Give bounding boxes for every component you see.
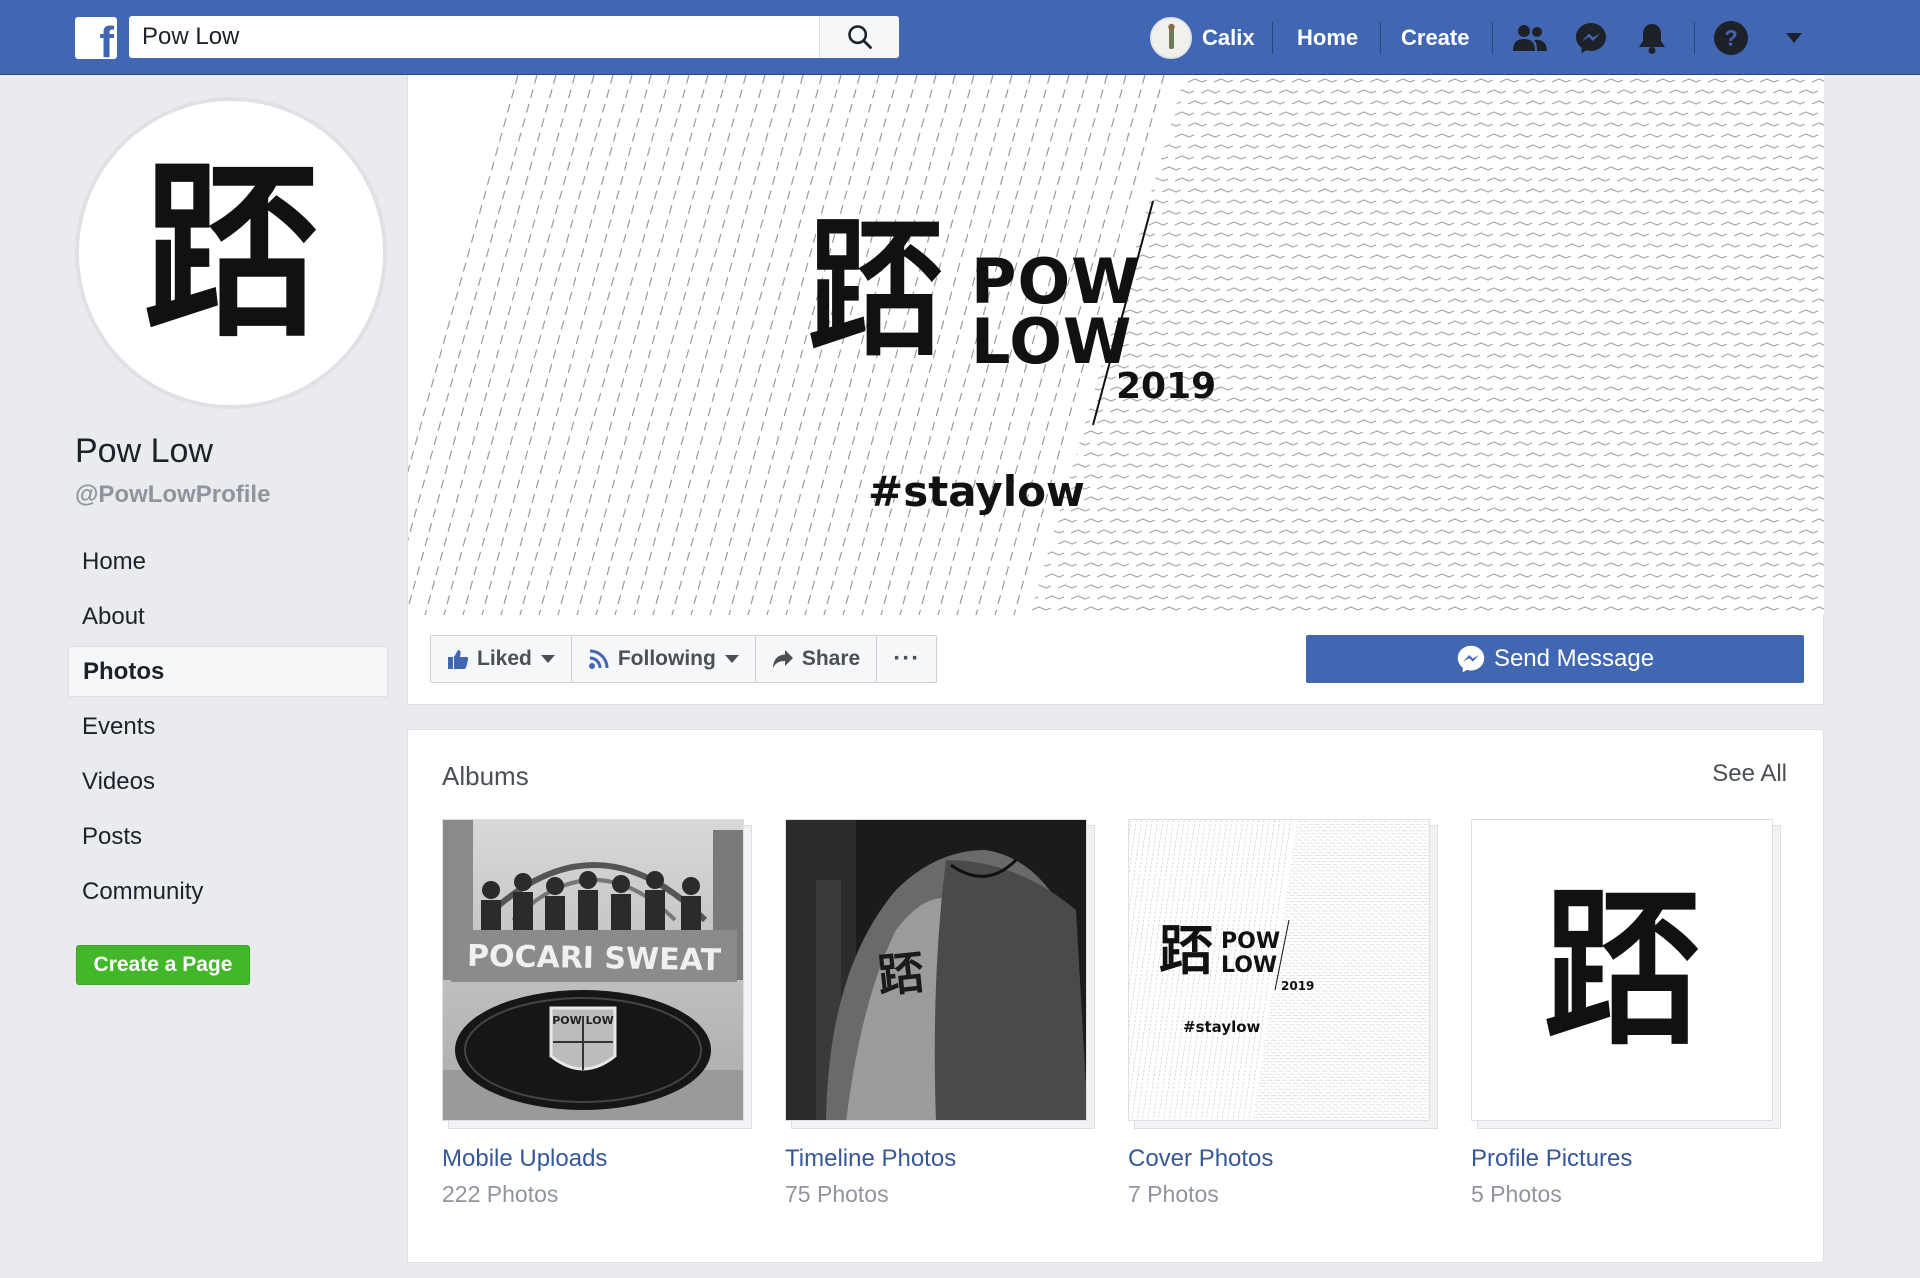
album-photo-count: 7 Photos xyxy=(1128,1181,1219,1207)
album-cover-image: 踎 xyxy=(785,819,1087,1121)
albums-heading: Albums xyxy=(442,761,529,791)
page-username[interactable]: @PowLowProfile xyxy=(75,481,270,509)
page-section-nav: Home About Photos Events Videos Posts Co… xyxy=(68,536,388,921)
album-cover-photos[interactable]: 踎 POW LOW 2019 #staylow Cover Photos 7 P… xyxy=(1128,819,1438,1208)
nav-item-videos[interactable]: Videos xyxy=(68,756,388,807)
nav-user-name: Calix xyxy=(1202,25,1255,50)
album-badge-text: POW LOW xyxy=(552,1014,613,1027)
mini-cover-hashtag: #staylow xyxy=(1183,1018,1261,1036)
nav-divider xyxy=(1694,22,1695,54)
nav-item-home[interactable]: Home xyxy=(68,536,388,587)
svg-text:?: ? xyxy=(1724,26,1737,51)
share-arrow-icon xyxy=(772,649,794,669)
facebook-logo-icon[interactable]: f xyxy=(75,17,117,59)
nav-profile-link[interactable]: Calix xyxy=(1150,17,1255,59)
album-thumbnail[interactable]: 踎 xyxy=(785,819,1095,1129)
album-thumbnail[interactable]: 踎 xyxy=(1471,819,1781,1129)
search-box xyxy=(129,16,899,58)
search-input[interactable] xyxy=(129,16,819,58)
album-profile-pictures[interactable]: 踎 Profile Pictures 5 Photos xyxy=(1471,819,1781,1208)
album-timeline-photos[interactable]: 踎 Timeline Photos 75 Photos xyxy=(785,819,1095,1208)
send-message-button[interactable]: Send Message xyxy=(1306,635,1804,683)
nav-item-community[interactable]: Community xyxy=(68,866,388,917)
nav-divider xyxy=(1492,22,1493,54)
tattoo-glyph: 踎 xyxy=(875,945,926,1004)
search-button[interactable] xyxy=(819,16,899,58)
cover-word-pow: POW xyxy=(971,245,1141,318)
album-photo-count: 222 Photos xyxy=(442,1181,559,1207)
albums-card: Albums See All POCARI SWEAT POW LOW Mobi… xyxy=(407,729,1824,1263)
album-title[interactable]: Mobile Uploads xyxy=(442,1145,746,1173)
nav-divider xyxy=(1380,22,1381,54)
user-avatar xyxy=(1150,17,1192,59)
mini-cover-glyph: 踎 xyxy=(1159,919,1213,982)
album-cover-image: 踎 xyxy=(1471,819,1773,1121)
album-banner-text: POCARI SWEAT xyxy=(467,939,722,978)
chevron-down-icon xyxy=(724,655,739,663)
messenger-icon[interactable] xyxy=(1572,19,1610,57)
album-photo-count: 5 Photos xyxy=(1471,1181,1562,1207)
album-title[interactable]: Cover Photos xyxy=(1128,1145,1432,1173)
mini-cover-word-pow: POW xyxy=(1221,929,1281,954)
account-dropdown-icon[interactable] xyxy=(1775,19,1813,57)
album-title[interactable]: Timeline Photos xyxy=(785,1145,1089,1173)
share-button[interactable]: Share xyxy=(756,636,878,682)
album-cover-image: POCARI SWEAT POW LOW xyxy=(442,819,744,1121)
album-photo-count: 75 Photos xyxy=(785,1181,889,1207)
notifications-bell-icon[interactable] xyxy=(1633,19,1671,57)
album-mobile-uploads[interactable]: POCARI SWEAT POW LOW Mobile Uploads 222 … xyxy=(442,819,752,1208)
album-title[interactable]: Profile Pictures xyxy=(1471,1145,1775,1173)
top-navigation-bar: f Calix Home Create xyxy=(0,0,1920,75)
mini-cover-year: 2019 xyxy=(1281,979,1315,993)
liked-button[interactable]: Liked xyxy=(431,636,572,682)
thumbs-up-icon xyxy=(447,648,469,670)
see-all-link[interactable]: See All xyxy=(1712,760,1787,788)
rss-follow-icon xyxy=(588,648,610,670)
cover-logo-glyph: 踎 xyxy=(808,203,944,377)
cover-year: 2019 xyxy=(1116,366,1217,407)
liked-label: Liked xyxy=(477,647,532,670)
following-label: Following xyxy=(617,647,716,670)
profile-picture[interactable]: 踎 xyxy=(75,97,387,409)
nav-create-link[interactable]: Create xyxy=(1401,25,1469,51)
nav-item-about[interactable]: About xyxy=(68,591,388,642)
more-options-label: ··· xyxy=(893,645,921,672)
nav-item-posts[interactable]: Posts xyxy=(68,811,388,862)
profile-album-glyph: 踎 xyxy=(1543,871,1701,1069)
album-thumbnail[interactable]: 踎 POW LOW 2019 #staylow xyxy=(1128,819,1438,1129)
page-action-buttons: Liked Following Share ··· xyxy=(430,635,938,683)
cover-hashtag: #staylow xyxy=(868,467,1085,516)
search-icon xyxy=(847,25,872,49)
album-cover-image: 踎 POW LOW 2019 #staylow xyxy=(1128,819,1430,1121)
cover-card: 踎 POW LOW 2019 #staylow Liked Following … xyxy=(407,75,1824,705)
chevron-down-icon xyxy=(540,655,555,663)
mini-cover-word-low: LOW xyxy=(1221,953,1278,978)
cover-word-low: LOW xyxy=(971,305,1133,378)
nav-item-photos[interactable]: Photos xyxy=(68,646,388,697)
friends-icon[interactable] xyxy=(1511,19,1549,57)
nav-divider xyxy=(1272,22,1273,54)
send-message-label: Send Message xyxy=(1493,645,1655,672)
page-name[interactable]: Pow Low xyxy=(75,432,213,471)
more-options-button[interactable]: ··· xyxy=(877,636,936,682)
following-button[interactable]: Following xyxy=(572,636,756,682)
messenger-icon xyxy=(1456,644,1486,674)
profile-logo-glyph: 踎 xyxy=(143,142,319,363)
nav-home-link[interactable]: Home xyxy=(1297,25,1358,51)
cover-photo[interactable]: 踎 POW LOW 2019 #staylow xyxy=(408,75,1824,615)
album-thumbnail[interactable]: POCARI SWEAT POW LOW xyxy=(442,819,752,1129)
create-page-button[interactable]: Create a Page xyxy=(76,945,250,985)
share-label: Share xyxy=(801,647,861,670)
help-icon[interactable]: ? xyxy=(1712,19,1750,57)
nav-item-events[interactable]: Events xyxy=(68,701,388,752)
